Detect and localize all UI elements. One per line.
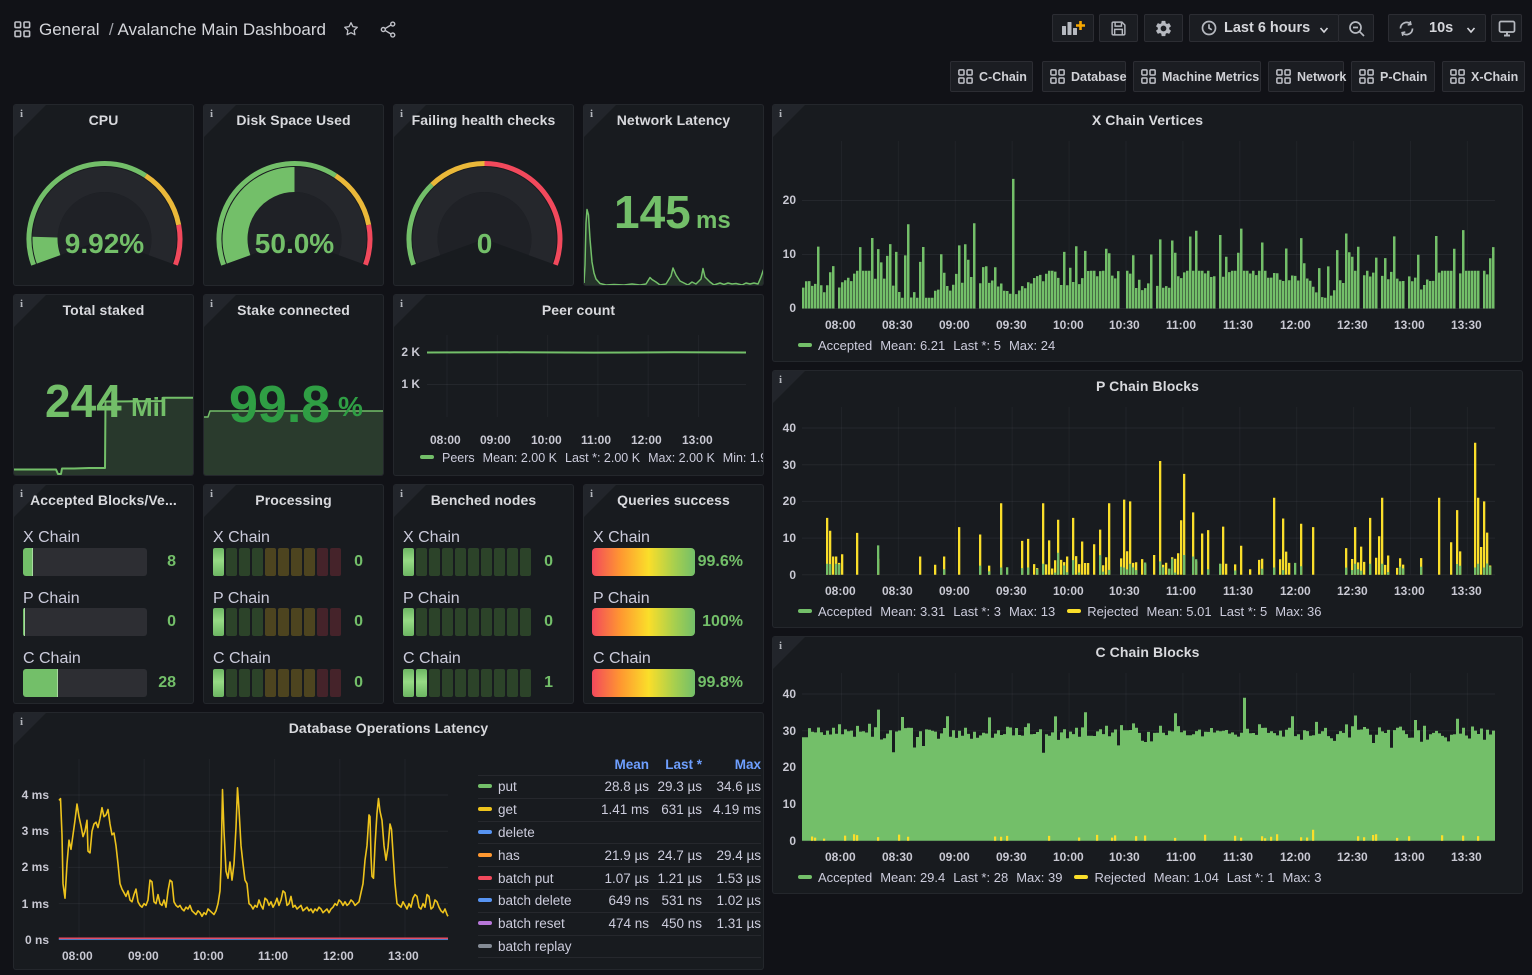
svg-text:Mil: Mil — [131, 392, 167, 422]
svg-text:145: 145 — [614, 186, 691, 238]
svg-text:244: 244 — [45, 375, 122, 427]
svg-text:ms: ms — [696, 207, 731, 234]
svg-text:50.0%: 50.0% — [255, 228, 334, 259]
svg-text:9.92%: 9.92% — [65, 228, 144, 259]
svg-text:%: % — [338, 391, 363, 422]
svg-text:99.8: 99.8 — [229, 376, 330, 434]
svg-text:0: 0 — [477, 228, 493, 259]
